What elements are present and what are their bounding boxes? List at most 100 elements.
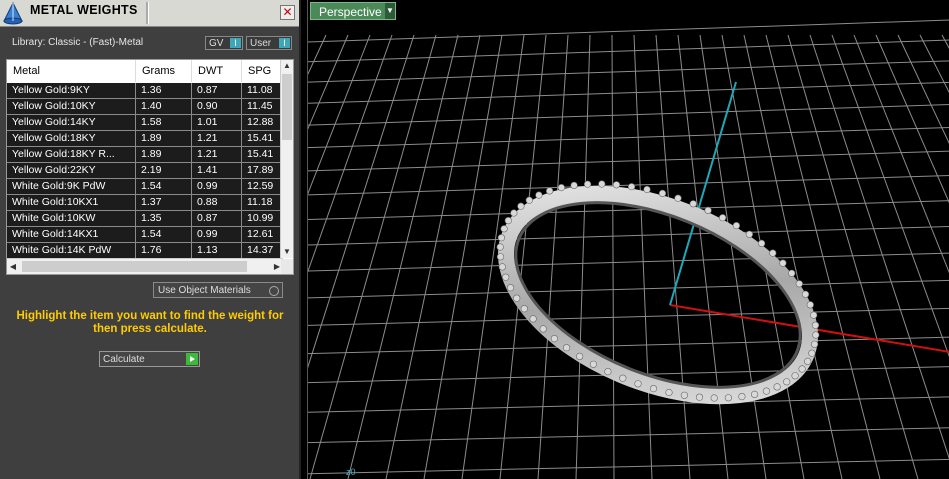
- metal-cell: White Gold:10KW: [7, 211, 136, 226]
- scroll-corner: [281, 259, 293, 274]
- metal-cell: White Gold:14KX1: [7, 227, 136, 242]
- dwt-cell: 0.87: [192, 83, 242, 98]
- metal-cell: Yellow Gold:18KY R...: [7, 147, 136, 162]
- metal-cell: White Gold:14K PdW: [7, 243, 136, 258]
- table-row[interactable]: Yellow Gold:10KY 1.40 0.90 11.45: [7, 99, 283, 115]
- table-row[interactable]: Yellow Gold:22KY 2.19 1.41 17.89: [7, 163, 283, 179]
- spg-cell: 12.88: [247, 116, 274, 128]
- grams-cell: 1.37: [136, 195, 192, 210]
- grams-cell: 1.89: [136, 131, 192, 146]
- gv-toggle[interactable]: GV I: [205, 36, 243, 50]
- close-button[interactable]: ✕: [280, 5, 295, 20]
- scroll-thumb[interactable]: [22, 261, 247, 272]
- view-selector[interactable]: Perspective ▼: [310, 2, 396, 20]
- library-label: Library: Classic - (Fast)-Metal: [12, 37, 144, 48]
- column-header-spg[interactable]: SPG: [242, 60, 283, 82]
- spg-cell: 12.61: [247, 228, 274, 240]
- grams-cell: 1.89: [136, 147, 192, 162]
- spg-cell: 14.37: [247, 244, 274, 256]
- table-row[interactable]: White Gold:10KX1 1.37 0.88 11.18: [7, 195, 283, 211]
- spg-cell: 11.08: [247, 84, 273, 96]
- title-separator: [146, 2, 149, 24]
- metal-cell: White Gold:9K PdW: [7, 179, 136, 194]
- y-axis-line: [669, 81, 737, 306]
- grams-cell: 2.19: [136, 163, 192, 178]
- dwt-cell: 1.21: [192, 147, 242, 162]
- dwt-cell: 0.90: [192, 99, 242, 114]
- grams-cell: 1.58: [136, 115, 192, 130]
- spg-cell: 15.41: [247, 148, 274, 160]
- dropdown-arrow-icon[interactable]: ▼: [385, 3, 395, 19]
- scroll-down-icon[interactable]: ▼: [281, 246, 293, 258]
- play-icon: [186, 353, 198, 365]
- toggle-knob-icon: I: [279, 38, 290, 48]
- toggle-knob-icon: I: [230, 38, 241, 48]
- metal-cell: Yellow Gold:9KY: [7, 83, 136, 98]
- spg-cell: 17.89: [247, 164, 274, 176]
- grams-cell: 1.54: [136, 179, 192, 194]
- viewport-scene: [308, 19, 949, 479]
- dwt-cell: 0.99: [192, 179, 242, 194]
- metal-cell: Yellow Gold:18KY: [7, 131, 136, 146]
- metal-weights-icon: [3, 1, 23, 25]
- use-object-materials-label: Use Object Materials: [158, 285, 251, 296]
- column-header-grams[interactable]: Grams: [136, 60, 192, 82]
- table-row[interactable]: Yellow Gold:18KY R... 1.89 1.21 15.41: [7, 147, 283, 163]
- metal-cell: White Gold:10KX1: [7, 195, 136, 210]
- metal-weights-panel: METAL WEIGHTS ✕ Library: Classic - (Fast…: [0, 0, 301, 479]
- radio-icon: [269, 286, 279, 296]
- view-label: Perspective: [319, 5, 382, 19]
- instruction-text: Highlight the item you want to find the …: [16, 310, 284, 335]
- table-row[interactable]: White Gold:14KX1 1.54 0.99 12.61: [7, 227, 283, 243]
- dwt-cell: 1.01: [192, 115, 242, 130]
- table-row[interactable]: White Gold:9K PdW 1.54 0.99 12.59: [7, 179, 283, 195]
- table-header: Metal Grams DWT SPG: [7, 60, 283, 82]
- table-row[interactable]: Yellow Gold:9KY 1.36 0.87 11.08: [7, 83, 283, 99]
- table-row[interactable]: Yellow Gold:18KY 1.89 1.21 15.41: [7, 131, 283, 147]
- dwt-cell: 1.41: [192, 163, 242, 178]
- ground-grid: [308, 19, 949, 479]
- grams-cell: 1.54: [136, 227, 192, 242]
- calculate-button[interactable]: Calculate: [99, 351, 200, 367]
- grams-cell: 1.35: [136, 211, 192, 226]
- ring-model: [496, 180, 820, 405]
- close-icon: ✕: [282, 5, 293, 19]
- user-label: User: [250, 38, 272, 49]
- scroll-thumb[interactable]: [282, 74, 292, 140]
- spg-cell: 12.59: [247, 180, 274, 192]
- column-header-dwt[interactable]: DWT: [192, 60, 242, 82]
- dwt-cell: 0.99: [192, 227, 242, 242]
- table-row[interactable]: White Gold:14K PdW 1.76 1.13 14.37: [7, 243, 283, 259]
- grams-cell: 1.36: [136, 83, 192, 98]
- axis-label: z0: [346, 467, 356, 477]
- spg-cell: 11.45: [247, 100, 273, 112]
- dwt-cell: 0.87: [192, 211, 242, 226]
- user-toggle[interactable]: User I: [246, 36, 292, 50]
- panel-title: METAL WEIGHTS: [30, 3, 138, 17]
- metal-table: Metal Grams DWT SPG Yellow Gold:9KY 1.36 0…: [6, 59, 294, 275]
- table-row[interactable]: Yellow Gold:14KY 1.58 1.01 12.88: [7, 115, 283, 131]
- metal-cell: Yellow Gold:14KY: [7, 115, 136, 130]
- metal-cell: Yellow Gold:22KY: [7, 163, 136, 178]
- grams-cell: 1.40: [136, 99, 192, 114]
- panel-titlebar: METAL WEIGHTS ✕: [0, 0, 299, 27]
- metal-cell: Yellow Gold:10KY: [7, 99, 136, 114]
- column-header-metal[interactable]: Metal: [7, 60, 136, 82]
- vertical-scrollbar[interactable]: ▲ ▼: [280, 60, 293, 258]
- table-row[interactable]: White Gold:10KW 1.35 0.87 10.99: [7, 211, 283, 227]
- dwt-cell: 1.21: [192, 131, 242, 146]
- spg-cell: 10.99: [247, 212, 274, 224]
- spg-cell: 11.18: [247, 196, 273, 208]
- horizontal-scrollbar[interactable]: ◀ ▶: [7, 258, 283, 274]
- calculate-label: Calculate: [103, 354, 145, 365]
- dwt-cell: 1.13: [192, 243, 242, 258]
- grams-cell: 1.76: [136, 243, 192, 258]
- spg-cell: 15.41: [247, 132, 274, 144]
- table-body: Yellow Gold:9KY 1.36 0.87 11.08 Yellow Gold:…: [7, 83, 283, 259]
- use-object-materials-toggle[interactable]: Use Object Materials: [153, 282, 283, 298]
- scroll-left-icon[interactable]: ◀: [7, 259, 19, 274]
- dwt-cell: 0.88: [192, 195, 242, 210]
- perspective-viewport[interactable]: Perspective ▼ z0: [307, 0, 949, 479]
- scroll-up-icon[interactable]: ▲: [281, 60, 293, 72]
- gv-label: GV: [209, 38, 224, 49]
